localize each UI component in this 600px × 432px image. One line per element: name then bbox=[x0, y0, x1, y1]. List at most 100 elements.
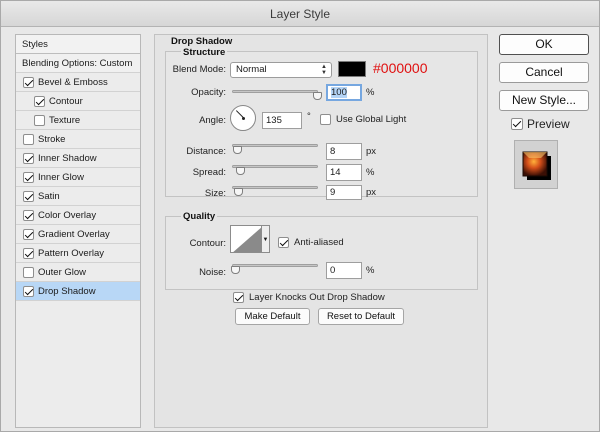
preview-label: Preview bbox=[527, 117, 570, 131]
size-unit: px bbox=[366, 187, 377, 198]
distance-slider-thumb[interactable] bbox=[233, 146, 242, 154]
drop-shadow-checkbox[interactable] bbox=[23, 286, 34, 297]
distance-unit: px bbox=[366, 146, 377, 157]
angle-dial[interactable] bbox=[230, 105, 256, 131]
style-item-label: Color Overlay bbox=[38, 210, 97, 221]
size-label: Size: bbox=[204, 188, 226, 199]
noise-input[interactable]: 0 bbox=[326, 262, 362, 279]
use-global-light-checkbox[interactable] bbox=[320, 114, 331, 125]
pattern-overlay-checkbox[interactable] bbox=[23, 248, 34, 259]
style-item-label: Drop Shadow bbox=[38, 286, 96, 297]
style-preview-thumbnail bbox=[514, 140, 558, 189]
window-title: Layer Style bbox=[1, 1, 599, 27]
spread-slider-thumb[interactable] bbox=[236, 167, 245, 175]
preview-checkbox[interactable] bbox=[511, 118, 523, 130]
outer-glow-checkbox[interactable] bbox=[23, 267, 34, 278]
blend-mode-label: Blend Mode: bbox=[172, 64, 226, 75]
angle-unit: ° bbox=[307, 111, 311, 122]
size-slider-thumb[interactable] bbox=[234, 188, 243, 196]
structure-group: Structure Blend Mode: Normal ▲ ▼ #000000 … bbox=[165, 47, 478, 200]
stroke-checkbox[interactable] bbox=[23, 134, 34, 145]
spread-label: Spread: bbox=[192, 167, 226, 178]
opacity-slider-thumb[interactable] bbox=[313, 92, 322, 100]
angle-input[interactable]: 135 bbox=[262, 112, 302, 129]
blending-options[interactable]: Blending Options: Custom bbox=[16, 54, 140, 73]
spread-input[interactable]: 14 bbox=[326, 164, 362, 181]
layer-knocks-out-label: Layer Knocks Out Drop Shadow bbox=[249, 292, 385, 303]
blend-mode-select[interactable]: Normal ▲ ▼ bbox=[230, 62, 332, 78]
angle-label: Angle: bbox=[199, 115, 226, 126]
texture-checkbox[interactable] bbox=[34, 115, 45, 126]
style-item-inner-glow[interactable]: Inner Glow bbox=[16, 168, 140, 187]
style-item-label: Bevel & Emboss bbox=[38, 77, 108, 88]
style-item-label: Texture bbox=[49, 115, 81, 126]
inner-glow-checkbox[interactable] bbox=[23, 172, 34, 183]
make-default-button[interactable]: Make Default bbox=[235, 308, 310, 325]
style-item-stroke[interactable]: Stroke bbox=[16, 130, 140, 149]
drop-shadow-panel: Drop Shadow Structure Blend Mode: Normal… bbox=[154, 34, 488, 428]
contour-label: Contour: bbox=[189, 238, 226, 249]
size-input[interactable]: 9 bbox=[326, 185, 362, 200]
style-item-label: Satin bbox=[38, 191, 60, 202]
style-item-label: Contour bbox=[49, 96, 83, 107]
ok-button[interactable]: OK bbox=[499, 34, 589, 55]
contour-preview[interactable] bbox=[230, 225, 262, 253]
use-global-light-label: Use Global Light bbox=[336, 114, 407, 125]
shadow-color-swatch[interactable] bbox=[338, 61, 366, 77]
reset-to-default-button[interactable]: Reset to Default bbox=[318, 308, 404, 325]
layer-style-dialog: Layer Style Styles Blending Options: Cus… bbox=[0, 0, 600, 432]
new-style-button[interactable]: New Style... bbox=[499, 90, 589, 111]
opacity-slider[interactable] bbox=[232, 90, 318, 93]
noise-unit: % bbox=[366, 265, 375, 276]
style-item-label: Outer Glow bbox=[38, 267, 87, 278]
opacity-value: 100 bbox=[331, 87, 347, 98]
style-item-color-overlay[interactable]: Color Overlay bbox=[16, 206, 140, 225]
color-overlay-checkbox[interactable] bbox=[23, 210, 34, 221]
blend-mode-value: Normal bbox=[236, 64, 267, 75]
noise-slider[interactable] bbox=[232, 264, 318, 267]
style-item-bevel-emboss[interactable]: Bevel & Emboss bbox=[16, 73, 140, 92]
style-item-label: Gradient Overlay bbox=[38, 229, 110, 240]
layer-knocks-out-checkbox[interactable] bbox=[233, 292, 244, 303]
style-item-satin[interactable]: Satin bbox=[16, 187, 140, 206]
style-item-label: Stroke bbox=[38, 134, 66, 145]
opacity-label: Opacity: bbox=[191, 87, 226, 98]
distance-slider[interactable] bbox=[232, 144, 318, 147]
opacity-input[interactable]: 100 bbox=[326, 84, 362, 101]
style-item-pattern-overlay[interactable]: Pattern Overlay bbox=[16, 244, 140, 263]
bevel-emboss-checkbox[interactable] bbox=[23, 77, 34, 88]
style-item-outer-glow[interactable]: Outer Glow bbox=[16, 263, 140, 282]
updown-arrows-icon: ▲ ▼ bbox=[321, 64, 327, 76]
style-item-label: Inner Shadow bbox=[38, 153, 97, 164]
styles-header[interactable]: Styles bbox=[16, 35, 140, 54]
contour-checkbox[interactable] bbox=[34, 96, 45, 107]
structure-title: Structure bbox=[181, 47, 228, 58]
preview-square-icon bbox=[522, 151, 551, 180]
quality-title: Quality bbox=[181, 211, 218, 222]
style-item-gradient-overlay[interactable]: Gradient Overlay bbox=[16, 225, 140, 244]
linear-contour-icon bbox=[233, 227, 261, 252]
style-item-texture[interactable]: Texture bbox=[16, 111, 140, 130]
cancel-button[interactable]: Cancel bbox=[499, 62, 589, 83]
noise-label: Noise: bbox=[199, 267, 226, 278]
style-item-inner-shadow[interactable]: Inner Shadow bbox=[16, 149, 140, 168]
contour-dropdown-arrow[interactable]: ▼ bbox=[262, 225, 270, 253]
size-slider[interactable] bbox=[232, 186, 318, 189]
angle-center-icon bbox=[242, 117, 245, 120]
noise-slider-thumb[interactable] bbox=[231, 266, 240, 274]
style-item-contour[interactable]: Contour bbox=[16, 92, 140, 111]
distance-input[interactable]: 8 bbox=[326, 143, 362, 160]
style-item-label: Inner Glow bbox=[38, 172, 84, 183]
distance-label: Distance: bbox=[186, 146, 226, 157]
opacity-unit: % bbox=[366, 87, 375, 98]
spread-unit: % bbox=[366, 167, 375, 178]
satin-checkbox[interactable] bbox=[23, 191, 34, 202]
gradient-overlay-checkbox[interactable] bbox=[23, 229, 34, 240]
inner-shadow-checkbox[interactable] bbox=[23, 153, 34, 164]
styles-list: Styles Blending Options: Custom Bevel & … bbox=[15, 34, 141, 428]
style-item-label: Pattern Overlay bbox=[38, 248, 104, 259]
color-hex-annotation: #000000 bbox=[373, 60, 428, 76]
style-item-drop-shadow[interactable]: Drop Shadow bbox=[16, 282, 140, 301]
anti-aliased-checkbox[interactable] bbox=[278, 237, 289, 248]
quality-group: Quality Contour: ▼ Anti-aliased Noise: 0… bbox=[165, 211, 478, 290]
